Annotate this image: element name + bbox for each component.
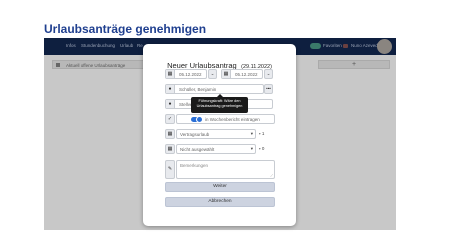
chevron-down-icon: ⌄ [266,71,271,76]
plus-icon: + [351,61,357,68]
new-leave-request-dialog: Neuer Urlaubsantrag (29.11.2022) ▦ 05.12… [143,44,296,226]
approver-more-button[interactable]: ••• [264,84,273,94]
add-request-button[interactable]: + [318,60,390,69]
date-to-field[interactable]: ▦ 05.12.2022 [221,69,263,79]
page: Urlaubsanträge genehmigen Infos Stundenb… [0,0,449,250]
calendar-icon: ▦ [165,144,175,154]
open-requests-label: Aktuell offene Urlaubsanträge [66,62,126,68]
special-type-select[interactable]: Nicht ausgewählt ▾ [176,144,256,154]
favorites-toggle[interactable] [310,43,321,49]
remarks-textarea[interactable]: Bemerkungen ⟋ [176,160,275,179]
leave-type-value: Vertragsurlaub [180,131,210,137]
weekly-report-label: in Wochenbericht eintragen [205,116,260,122]
switch-knob [196,116,203,123]
nav-item-infos[interactable]: Infos [66,43,76,48]
approver-field[interactable]: ● Schüller, Benjamin [165,84,264,94]
special-type-value: Nicht ausgewählt [180,146,215,152]
pencil-icon: ✎ [165,160,175,179]
cancel-button[interactable]: Abbrechen [165,197,275,207]
more-icon: ••• [266,86,271,91]
weekly-report-row[interactable]: in Wochenbericht eintragen [176,114,275,124]
page-title: Urlaubsanträge genehmigen [44,22,207,36]
person-icon: ● [166,100,175,108]
special-type-stepper[interactable]: ⬩ 0 [259,144,264,154]
person-icon: ● [166,85,175,93]
favorites-label: Favoriten [323,43,342,48]
approver-tooltip: Führungskraft: Wäre den Urlaubsantrag ge… [191,94,248,113]
date-to-value: 05.12.2022 [235,71,258,77]
nav-item-more[interactable]: Re [137,43,143,48]
nav-item-urlaub[interactable]: Urlaub [120,43,133,48]
chevron-down-icon: ▾ [250,146,253,151]
date-from-value: 05.12.2022 [179,71,202,77]
user-name: Nuno Azevedo [351,43,381,48]
chevron-down-icon: ▾ [250,131,253,136]
date-from-dropdown[interactable]: ⌄ [208,69,217,79]
avatar[interactable] [377,39,392,54]
date-from-field[interactable]: ▦ 05.12.2022 [165,69,207,79]
leave-type-stepper[interactable]: ⬩ 1 [259,129,264,139]
leave-type-count: 1 [261,131,265,136]
list-icon [56,63,60,67]
weekly-report-switch[interactable] [191,116,203,123]
nav-item-stundenbuchung[interactable]: Stundenbuchung [81,43,115,48]
notification-icon[interactable] [343,44,348,48]
leave-type-select[interactable]: Vertragsurlaub ▾ [176,129,256,139]
chevron-down-icon: ⌄ [210,71,215,76]
calendar-icon: ▦ [166,70,175,78]
calendar-icon: ▦ [222,70,231,78]
resize-grip-icon[interactable]: ⟋ [270,173,273,178]
next-button[interactable]: Weiter [165,182,275,192]
approver-value: Schüller, Benjamin [179,86,217,92]
date-to-dropdown[interactable]: ⌄ [264,69,273,79]
calendar-icon: ▦ [165,129,175,139]
check-icon: ✓ [165,114,175,124]
special-type-count: 0 [261,146,265,151]
remarks-placeholder: Bemerkungen [180,162,209,168]
